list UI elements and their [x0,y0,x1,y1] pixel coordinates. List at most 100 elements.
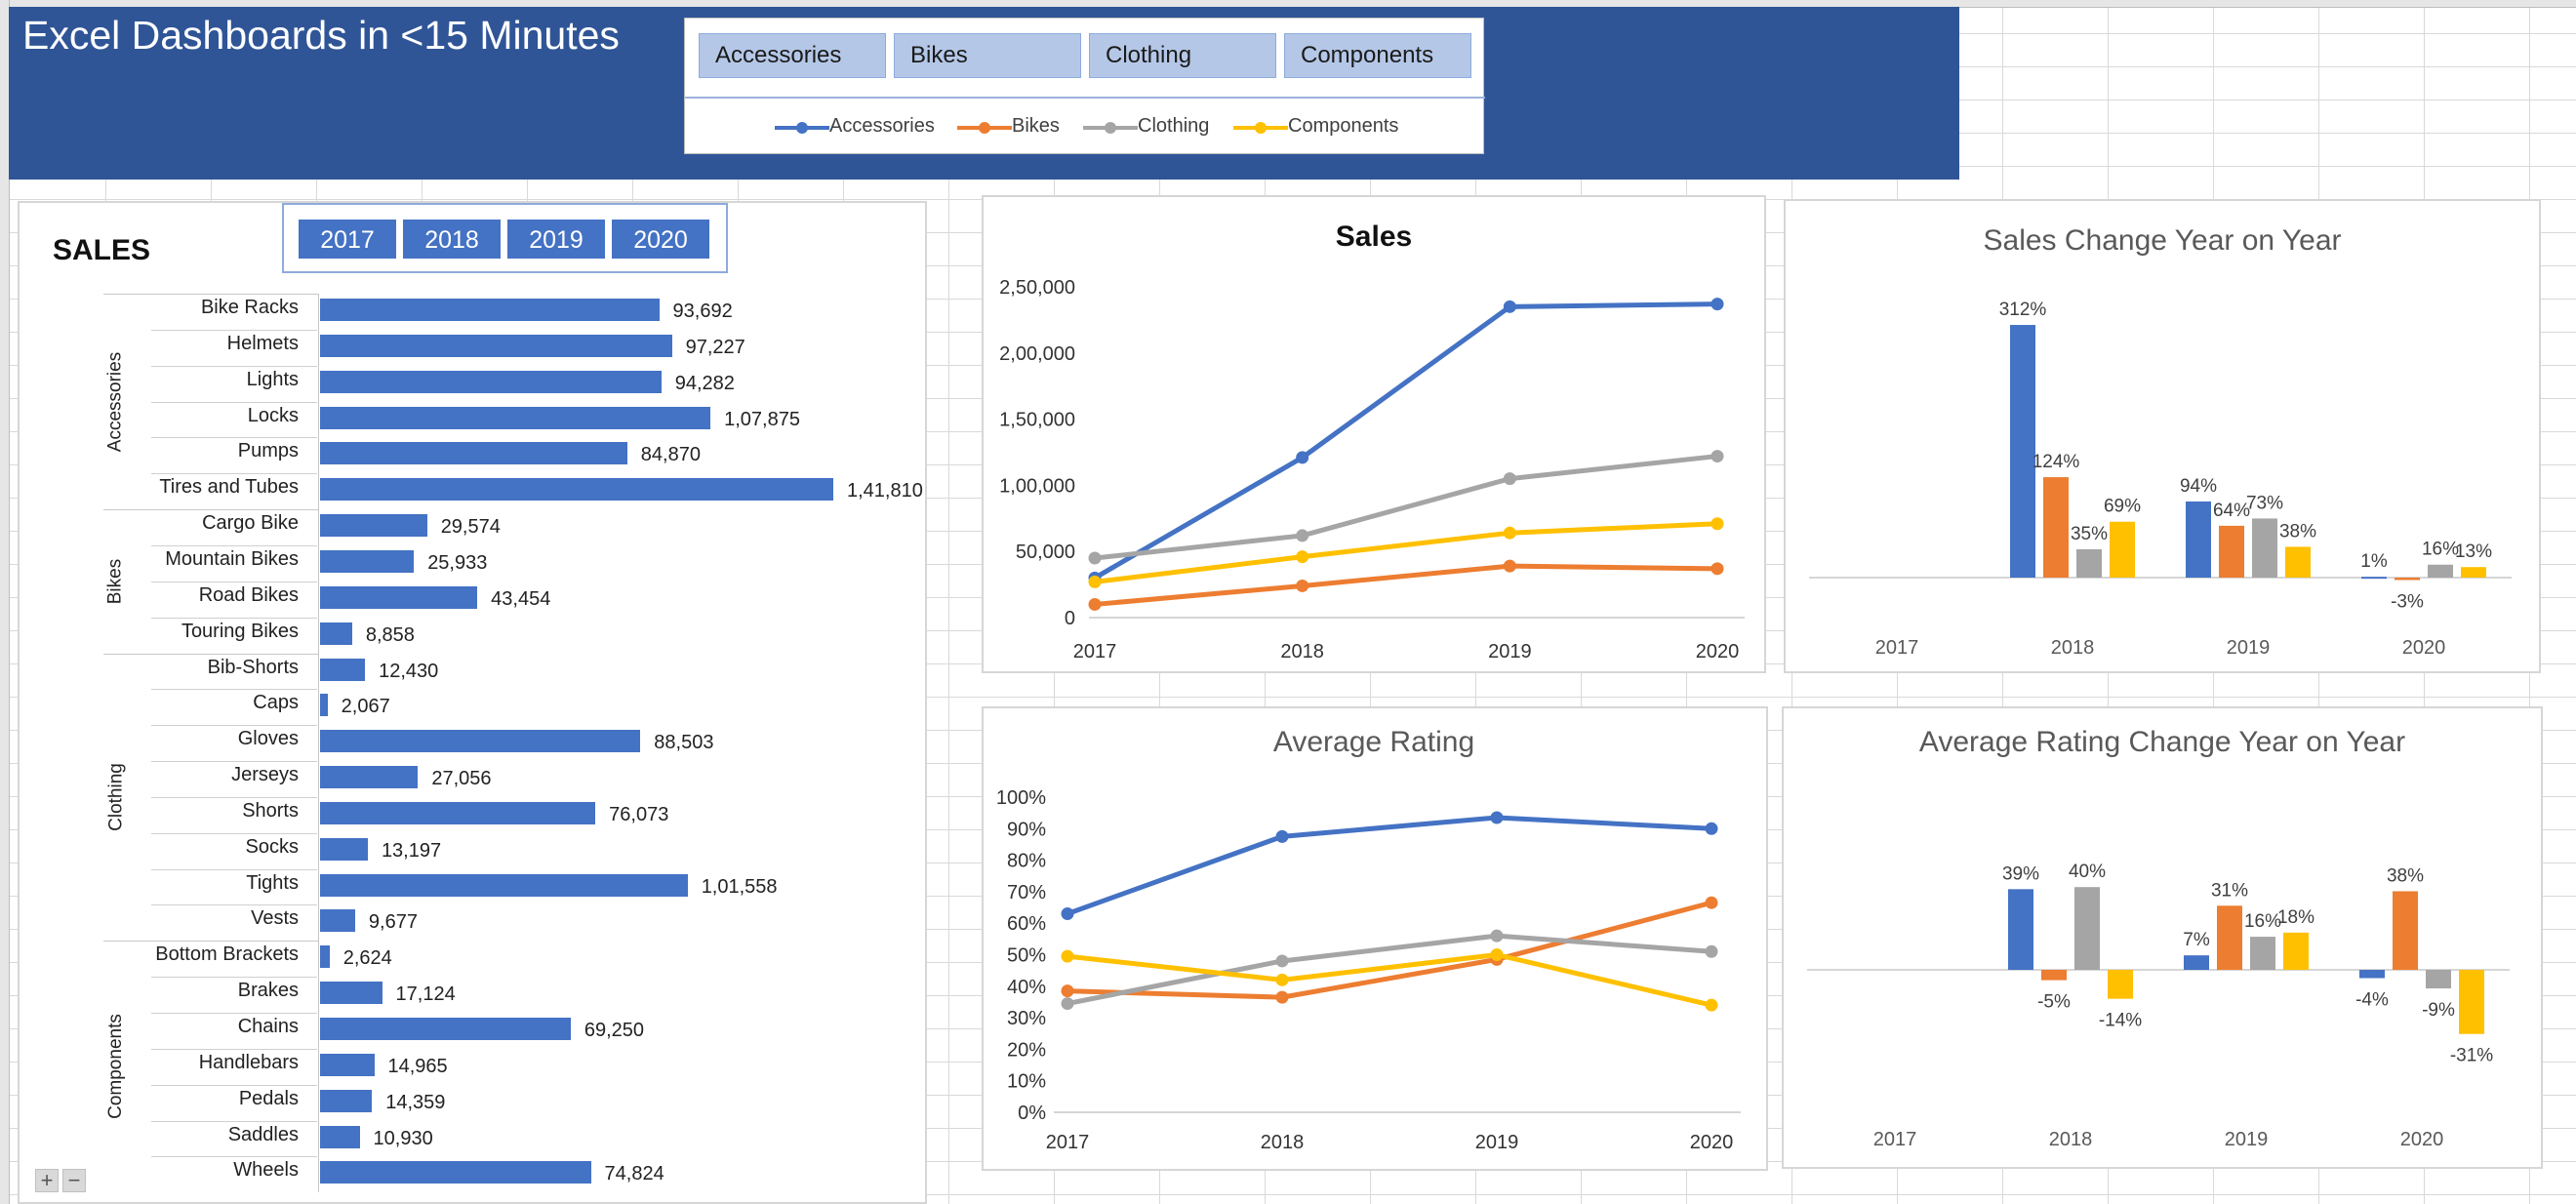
sales-bar-road-bikes[interactable] [320,585,478,609]
x-tick-label: 2018 [1261,1132,1305,1153]
slicer-button-clothing[interactable]: Clothing [1089,33,1276,78]
y-tick-label: 2,00,000 [999,343,1075,365]
sales-bar-socks[interactable] [320,837,368,861]
sales-bar-tires-and-tubes[interactable] [320,478,833,502]
sales-row-divider [151,689,317,690]
column-bikes-2018 [2041,970,2067,981]
y-tick-label: 2,50,000 [999,277,1075,299]
sales-bar-pumps[interactable] [320,442,627,465]
chart-title: Sales Change Year on Year [1984,224,2342,257]
data-label-clothing: -9% [2422,1000,2455,1021]
sales-bar-value-tires-and-tubes: 1,41,810 [847,480,923,502]
x-tick-label: 2017 [1875,637,1919,659]
column-accessories-2018 [2008,889,2033,970]
sales-bar-value-touring-bikes: 8,858 [365,623,415,646]
data-point-clothing [1296,529,1309,542]
sales-bar-brakes[interactable] [320,982,382,1005]
sales-group-label-accessories: Accessories [104,351,126,452]
data-point-bikes [1503,559,1516,573]
series-line-components [1094,521,1718,584]
year-button-2018[interactable]: 2018 [403,220,501,259]
y-tick-label: 30% [1007,1008,1046,1029]
sales-row-divider [151,869,317,870]
data-label-components: -31% [2450,1046,2493,1066]
sales-bar-pedals[interactable] [320,1089,373,1112]
sales-bar-touring-bikes[interactable] [320,622,352,645]
column-accessories-2019 [2184,955,2209,970]
data-point-clothing [1711,450,1724,463]
sales-bar-bib-shorts[interactable] [320,658,366,681]
legend-label: Clothing [1138,115,1210,137]
data-label-components: 13% [2455,542,2492,562]
year-button-2019[interactable]: 2019 [507,220,605,259]
column-clothing-2019 [2252,518,2277,578]
legend-label: Accessories [829,115,935,137]
data-point-components [1061,949,1074,963]
sales-bar-handlebars[interactable] [320,1053,375,1076]
row-headers[interactable] [0,0,10,1204]
data-label-clothing: 16% [2244,911,2281,932]
slicer-divider [685,97,1485,99]
data-label-clothing: 16% [2422,540,2459,560]
column-components-2019 [2283,932,2309,970]
sales-bar-vests[interactable] [320,909,355,933]
sales-bar-mountain-bikes[interactable] [320,549,415,573]
sales-bar-saddles[interactable] [320,1125,360,1148]
data-point-bikes [1711,562,1724,576]
sales-bar-value-road-bikes: 43,454 [491,587,551,610]
slicer-button-components[interactable]: Components [1284,33,1471,78]
sales-bar-wheels[interactable] [320,1161,591,1184]
year-button-2020[interactable]: 2020 [612,220,709,259]
series-line-accessories [1093,301,1718,581]
sales-bar-lights[interactable] [320,370,662,393]
sales-row-divider [151,1156,317,1157]
sales-bar-bike-racks[interactable] [320,299,660,321]
sales-bar-gloves[interactable] [320,730,641,753]
sales-bar-value-bib-shorts: 12,430 [379,660,439,682]
year-slicer[interactable]: 2017 2018 2019 2020 [282,203,728,273]
sales-bar-value-shorts: 76,073 [609,803,669,825]
year-button-2017[interactable]: 2017 [299,220,396,259]
data-point-accessories [1705,822,1718,835]
sales-bar-jerseys[interactable] [320,766,419,789]
sales-bar-value-bottom-brackets: 2,624 [342,947,392,970]
slicer-button-accessories[interactable]: Accessories [699,33,886,78]
data-point-accessories [1490,811,1504,824]
sales-bar-value-brakes: 17,124 [395,983,456,1006]
sales-row-divider [151,473,317,474]
column-components-2018 [2110,521,2135,578]
sales-bar-value-mountain-bikes: 25,933 [427,551,488,574]
data-point-clothing [1061,997,1074,1011]
data-point-bikes [1088,597,1102,611]
sales-bar-chains[interactable] [320,1018,571,1040]
category-slicer[interactable]: Accessories Bikes Clothing Components Ac… [684,18,1485,154]
sales-bar-shorts[interactable] [320,801,596,824]
rating-line-chart-card: Average Rating 0% 10% 20% 30% 40% 50% 60% 70% 80%… [982,706,1768,1171]
column-accessories-2019 [2186,501,2211,578]
sales-bar-axis [318,294,319,1193]
average-rating-line-chart: Average Rating 0% 10% 20% 30% 40% 50% 60% 70% 80%… [996,726,1741,1153]
data-label-bikes: -3% [2391,591,2424,612]
sales-bar-helmets[interactable] [320,334,672,357]
sales-row-divider [151,977,317,978]
data-point-accessories [1503,300,1516,313]
slicer-button-bikes[interactable]: Bikes [894,33,1081,78]
column-accessories-2020 [2361,577,2387,580]
x-tick-label: 2018 [1280,641,1324,662]
y-tick-label: 1,00,000 [999,475,1075,497]
sales-bar-tights[interactable] [320,873,688,897]
sales-bar-locks[interactable] [320,406,711,429]
sales-line-chart-card: Sales 0 50,000 1,00,000 1,50,000 2,00,000 2,50… [982,195,1766,673]
sales-line-chart: Sales 0 50,000 1,00,000 1,50,000 2,00,000 2,50… [999,221,1745,662]
column-accessories-2020 [2359,970,2385,979]
sales-bar-bottom-brackets[interactable] [320,945,330,969]
collapse-button[interactable]: − [62,1169,86,1192]
chart-title: Average Rating Change Year on Year [1919,726,2405,758]
sales-row-divider [151,618,317,619]
sales-bar-caps[interactable] [320,694,328,717]
y-tick-label: 80% [1007,851,1046,872]
sales-row-divider [151,725,317,726]
sales-bar-cargo-bike[interactable] [320,514,427,538]
column-clothing-2020 [2426,970,2451,989]
expand-button[interactable]: + [35,1169,59,1192]
